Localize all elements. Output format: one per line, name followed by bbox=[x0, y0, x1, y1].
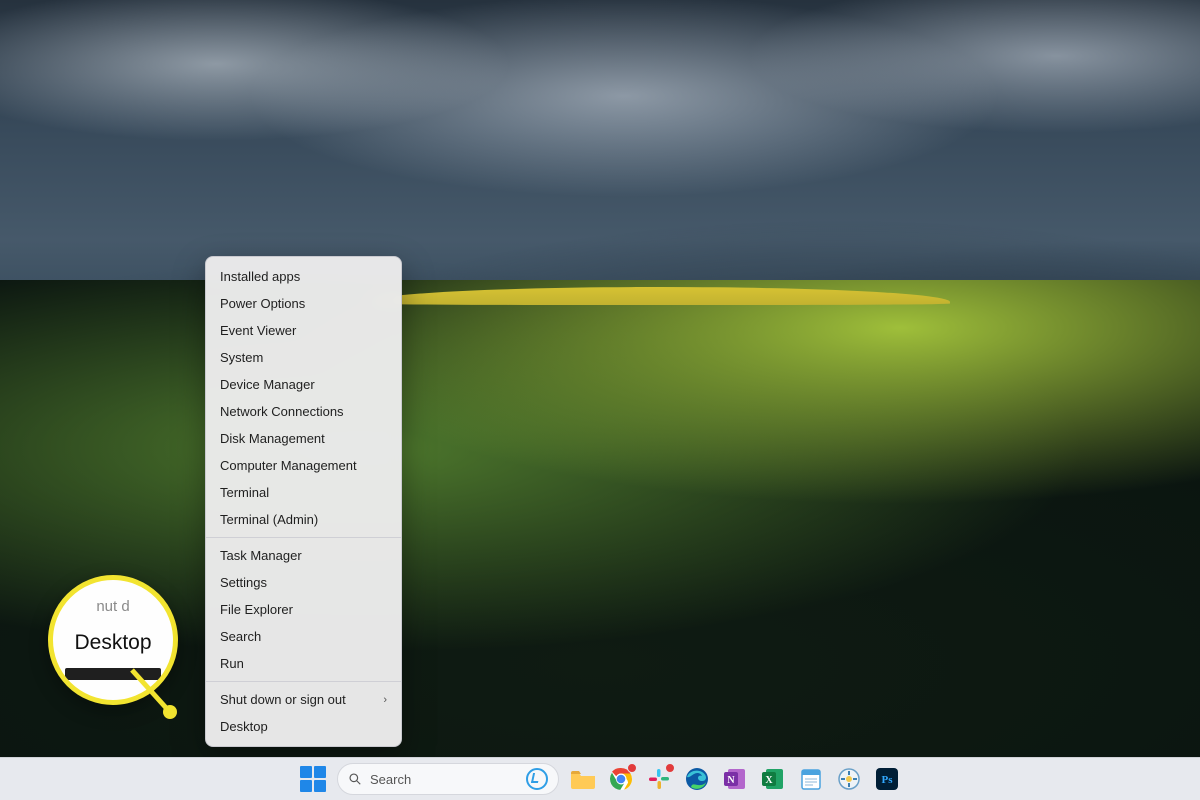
slack-icon bbox=[648, 768, 670, 790]
annotation-callout: nut d Desktop bbox=[48, 575, 178, 705]
menu-item-shut-down-or-sign-out[interactable]: Shut down or sign out › bbox=[206, 686, 401, 713]
menu-item-label: Installed apps bbox=[220, 269, 300, 284]
menu-item-settings[interactable]: Settings bbox=[206, 569, 401, 596]
menu-item-label: Device Manager bbox=[220, 377, 315, 392]
taskbar-app-photoshop[interactable]: Ps bbox=[873, 765, 901, 793]
menu-item-label: Settings bbox=[220, 575, 267, 590]
menu-separator bbox=[206, 537, 401, 538]
photoshop-icon: Ps bbox=[875, 767, 899, 791]
taskbar-center-tray: Search N X bbox=[299, 763, 901, 795]
svg-text:N: N bbox=[727, 775, 735, 786]
menu-item-label: Power Options bbox=[220, 296, 305, 311]
menu-item-label: Search bbox=[220, 629, 261, 644]
menu-separator bbox=[206, 681, 401, 682]
taskbar-app-chrome[interactable] bbox=[607, 765, 635, 793]
menu-item-search[interactable]: Search bbox=[206, 623, 401, 650]
menu-item-label: System bbox=[220, 350, 263, 365]
taskbar: Search N X bbox=[0, 757, 1200, 800]
annotation-label: Desktop bbox=[74, 631, 151, 655]
start-button[interactable] bbox=[299, 765, 327, 793]
menu-item-run[interactable]: Run bbox=[206, 650, 401, 677]
menu-item-network-connections[interactable]: Network Connections bbox=[206, 398, 401, 425]
annotation-partial-text: nut d bbox=[96, 598, 129, 615]
edge-icon bbox=[685, 767, 709, 791]
menu-item-desktop[interactable]: Desktop bbox=[206, 713, 401, 740]
taskbar-app-onenote[interactable]: N bbox=[721, 765, 749, 793]
svg-text:Ps: Ps bbox=[882, 774, 894, 786]
chrome-icon bbox=[609, 767, 633, 791]
taskbar-app-slack[interactable] bbox=[645, 765, 673, 793]
menu-item-label: Shut down or sign out bbox=[220, 692, 346, 707]
taskbar-search[interactable]: Search bbox=[337, 763, 559, 795]
search-icon bbox=[348, 772, 362, 786]
bing-chat-icon[interactable] bbox=[526, 768, 548, 790]
menu-item-label: Disk Management bbox=[220, 431, 325, 446]
excel-icon: X bbox=[761, 767, 785, 791]
chevron-right-icon: › bbox=[383, 694, 387, 706]
menu-item-label: Computer Management bbox=[220, 458, 357, 473]
onenote-icon: N bbox=[723, 767, 747, 791]
menu-item-computer-management[interactable]: Computer Management bbox=[206, 452, 401, 479]
menu-item-label: Event Viewer bbox=[220, 323, 296, 338]
folder-icon bbox=[570, 768, 596, 790]
menu-item-label: Run bbox=[220, 656, 244, 671]
menu-item-label: Terminal bbox=[220, 485, 269, 500]
notepad-icon bbox=[800, 767, 822, 791]
menu-item-label: Network Connections bbox=[220, 404, 344, 419]
annotation-underline bbox=[65, 668, 161, 680]
taskbar-app-edge[interactable] bbox=[683, 765, 711, 793]
start-context-menu: Installed apps Power Options Event Viewer S… bbox=[205, 256, 402, 747]
menu-item-label: File Explorer bbox=[220, 602, 293, 617]
menu-item-power-options[interactable]: Power Options bbox=[206, 290, 401, 317]
menu-item-system[interactable]: System bbox=[206, 344, 401, 371]
menu-item-terminal[interactable]: Terminal bbox=[206, 479, 401, 506]
menu-item-event-viewer[interactable]: Event Viewer bbox=[206, 317, 401, 344]
menu-item-installed-apps[interactable]: Installed apps bbox=[206, 263, 401, 290]
taskbar-app-excel[interactable]: X bbox=[759, 765, 787, 793]
search-placeholder: Search bbox=[370, 772, 411, 787]
svg-text:X: X bbox=[765, 775, 773, 786]
menu-item-device-manager[interactable]: Device Manager bbox=[206, 371, 401, 398]
taskbar-app-file-explorer[interactable] bbox=[569, 765, 597, 793]
menu-item-label: Desktop bbox=[220, 719, 268, 734]
menu-item-disk-management[interactable]: Disk Management bbox=[206, 425, 401, 452]
menu-item-label: Task Manager bbox=[220, 548, 302, 563]
menu-item-file-explorer[interactable]: File Explorer bbox=[206, 596, 401, 623]
windows-logo-icon bbox=[300, 766, 326, 792]
snip-icon bbox=[837, 767, 861, 791]
menu-item-label: Terminal (Admin) bbox=[220, 512, 318, 527]
wallpaper-hills bbox=[0, 280, 1200, 760]
taskbar-app-notepad[interactable] bbox=[797, 765, 825, 793]
menu-item-task-manager[interactable]: Task Manager bbox=[206, 542, 401, 569]
menu-item-terminal-admin[interactable]: Terminal (Admin) bbox=[206, 506, 401, 533]
taskbar-app-snip[interactable] bbox=[835, 765, 863, 793]
